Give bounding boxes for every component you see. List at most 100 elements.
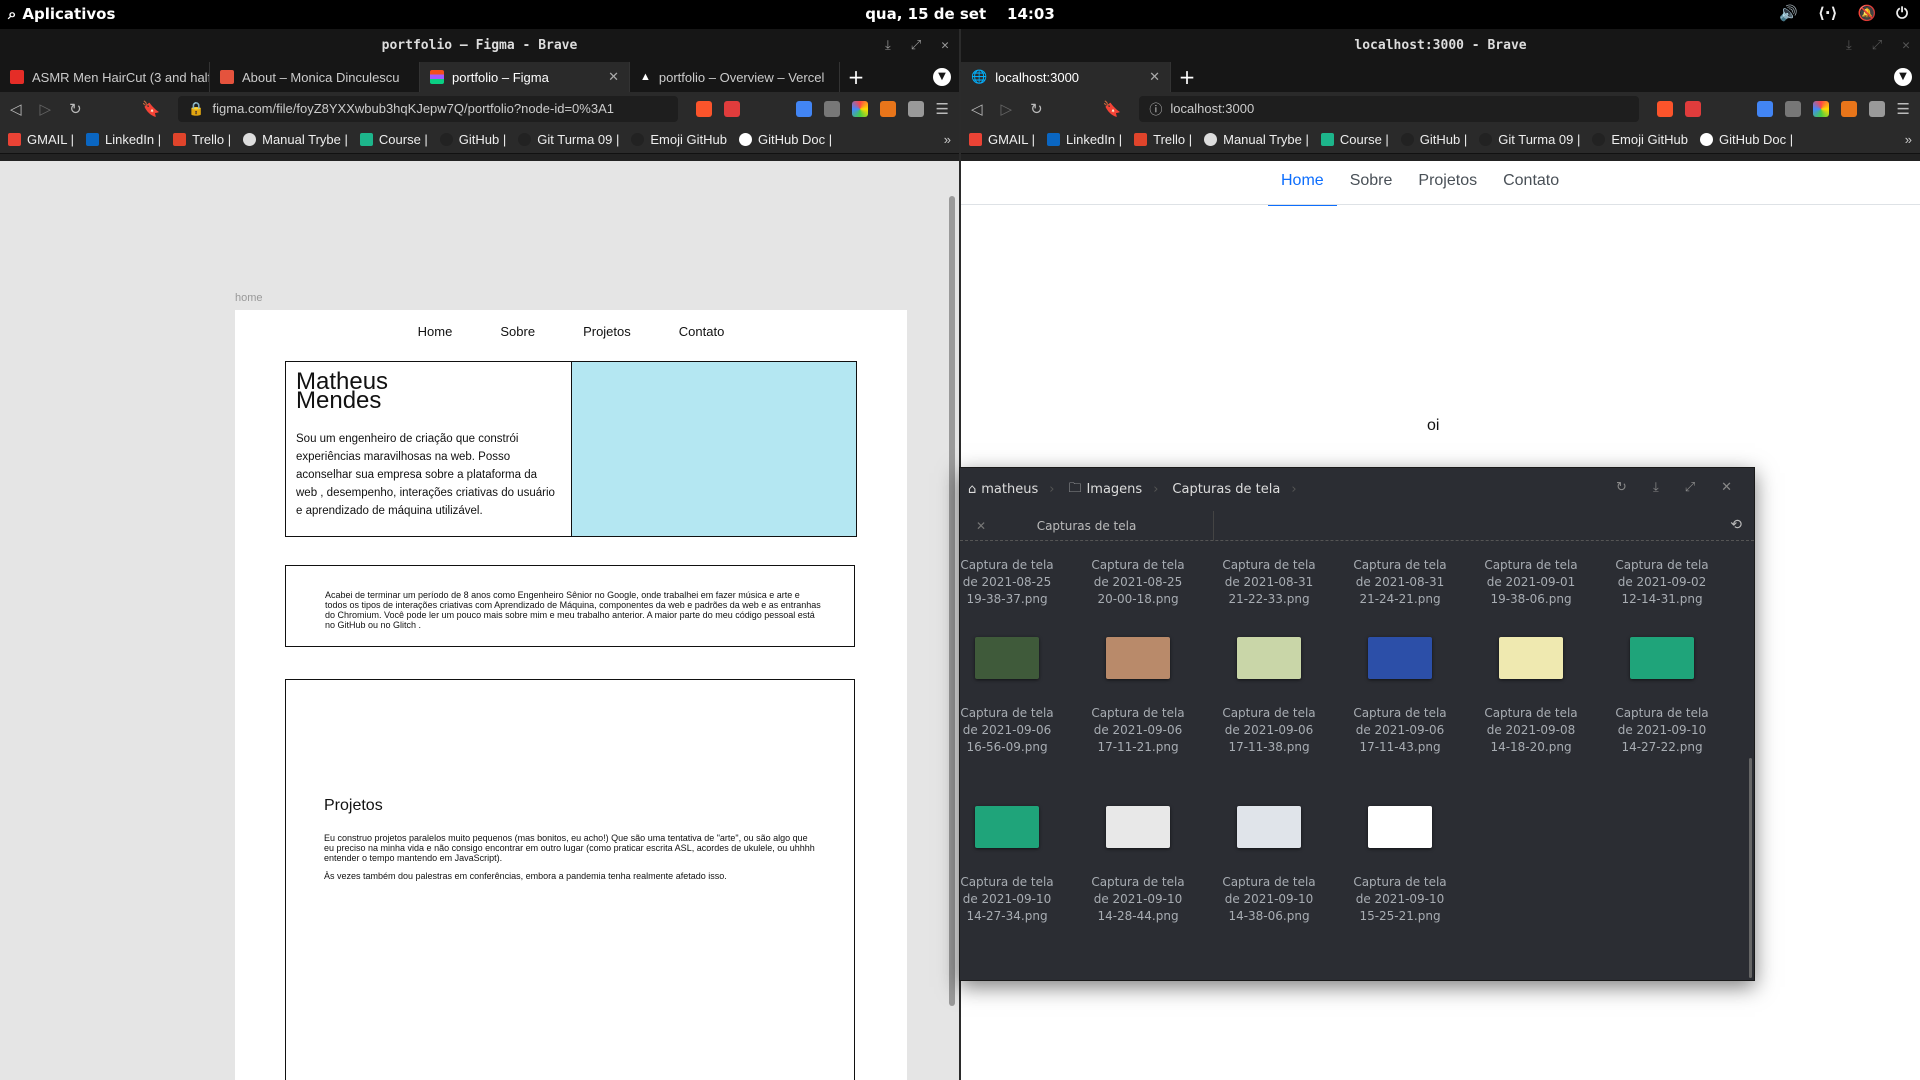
- back-icon[interactable]: ◁: [10, 100, 22, 118]
- more-bookmarks-icon[interactable]: »: [1905, 132, 1912, 147]
- clock-time[interactable]: 14:03: [1007, 5, 1055, 23]
- brave-rewards-icon[interactable]: [723, 100, 740, 117]
- frame-label[interactable]: home: [235, 292, 263, 304]
- extension-m-icon[interactable]: [1784, 100, 1801, 117]
- breadcrumb-imagens[interactable]: 🗀 Imagens ›: [1068, 479, 1158, 501]
- tab-figma-portfolio[interactable]: portfolio – Figma ✕: [420, 62, 630, 92]
- maximize-icon[interactable]: ⤢: [1685, 480, 1695, 495]
- file-item[interactable]: Captura de tela de 2021-09-06 17-11-21.png: [1083, 637, 1193, 756]
- bookmark-icon[interactable]: 🔖: [142, 100, 161, 118]
- bookmark-linkedin[interactable]: LinkedIn |: [1046, 132, 1122, 147]
- site-nav-home[interactable]: Home: [1268, 169, 1337, 206]
- bookmark-github-doc[interactable]: GitHub Doc |: [1699, 132, 1793, 147]
- file-item[interactable]: Captura de tela de 2021-09-10 14-38-06.png: [1214, 806, 1324, 925]
- extension-m-icon[interactable]: [823, 100, 840, 117]
- site-nav-sobre[interactable]: Sobre: [1337, 169, 1406, 206]
- bookmark-linkedin[interactable]: LinkedIn |: [85, 132, 161, 147]
- bookmark-gmail[interactable]: GMAIL |: [8, 132, 74, 147]
- extension-off-icon[interactable]: [879, 100, 896, 117]
- close-icon[interactable]: ✕: [941, 29, 949, 62]
- bookmark-course[interactable]: Course |: [359, 132, 428, 147]
- back-icon[interactable]: ◁: [971, 100, 983, 118]
- file-item[interactable]: Captura de tela de 2021-09-10 15-25-21.png: [1345, 806, 1455, 925]
- close-tab-icon[interactable]: ✕: [608, 69, 619, 85]
- address-bar[interactable]: 🔒 figma.com/file/foyZ8YXXwbub3hqKJepw7Q/…: [178, 95, 678, 122]
- volume-icon[interactable]: 🔊: [1779, 4, 1798, 22]
- file-item[interactable]: Captura de tela de 2021-08-31 21-22-33.png: [1214, 557, 1324, 608]
- minimize-icon[interactable]: ⤓: [885, 29, 891, 62]
- translate-icon[interactable]: [795, 100, 812, 117]
- tab-about-monica[interactable]: About – Monica Dinculescu: [210, 62, 420, 92]
- tab-vercel-overview[interactable]: ▲ portfolio – Overview – Vercel: [630, 62, 840, 92]
- bookmark-trello[interactable]: Trello |: [173, 132, 231, 147]
- maximize-icon[interactable]: ⤢: [1872, 29, 1882, 62]
- tab-menu-icon[interactable]: ▼: [1894, 68, 1912, 86]
- tab-localhost[interactable]: 🌐 localhost:3000 ✕: [961, 62, 1171, 92]
- file-item[interactable]: Captura de tela de 2021-09-06 17-11-43.png: [1345, 637, 1455, 756]
- new-tab-button[interactable]: +: [1171, 62, 1203, 92]
- refresh-icon[interactable]: ↻: [1616, 480, 1627, 495]
- close-tab-icon[interactable]: ✕: [976, 519, 986, 533]
- file-item[interactable]: Captura de tela de 2021-08-25 20-00-18.png: [1083, 557, 1193, 608]
- color-picker-icon[interactable]: [1812, 100, 1829, 117]
- color-picker-icon[interactable]: [851, 100, 868, 117]
- bookmark-manual-trybe[interactable]: Manual Trybe |: [243, 132, 348, 147]
- figma-frame-home[interactable]: Home Sobre Projetos Contato Matheus Mend…: [235, 310, 907, 1080]
- minimize-icon[interactable]: ⤓: [1653, 480, 1659, 495]
- close-icon[interactable]: ✕: [1721, 480, 1732, 495]
- power-icon[interactable]: ⏻: [1896, 4, 1908, 22]
- minimize-icon[interactable]: ⤓: [1846, 29, 1852, 62]
- more-bookmarks-icon[interactable]: »: [944, 132, 951, 147]
- forward-icon[interactable]: ▷: [40, 100, 52, 118]
- site-nav-projetos[interactable]: Projetos: [1405, 169, 1490, 206]
- close-tab-icon[interactable]: ✕: [1149, 69, 1160, 85]
- bookmark-emoji-github[interactable]: Emoji GitHub: [631, 132, 727, 147]
- brave-shields-icon[interactable]: [1656, 100, 1673, 117]
- file-item[interactable]: Captura de tela de 2021-09-01 19-38-06.png: [1476, 557, 1586, 608]
- forward-icon[interactable]: ▷: [1001, 100, 1013, 118]
- browser-menu-icon[interactable]: ☰: [1897, 100, 1910, 118]
- clock-date[interactable]: qua, 15 de set: [865, 5, 986, 23]
- tab-capturas-de-tela[interactable]: ✕ Capturas de tela: [960, 510, 1214, 541]
- tab-menu-icon[interactable]: ▼: [933, 68, 951, 86]
- file-item[interactable]: Captura de tela de 2021-09-10 14-27-22.png: [1607, 637, 1717, 756]
- new-tab-button[interactable]: +: [840, 62, 872, 92]
- puzzle-icon[interactable]: [907, 100, 924, 117]
- bookmark-icon[interactable]: 🔖: [1103, 100, 1122, 118]
- address-bar[interactable]: ⓘ localhost:3000: [1139, 95, 1639, 122]
- file-item[interactable]: Captura de tela de 2021-08-25 19-38-37.png: [952, 557, 1062, 608]
- figma-canvas[interactable]: home Home Sobre Projetos Contato Matheus…: [0, 161, 959, 1080]
- bookmark-manual-trybe[interactable]: Manual Trybe |: [1204, 132, 1309, 147]
- bookmark-github[interactable]: GitHub |: [439, 132, 506, 147]
- brave-shields-icon[interactable]: [695, 100, 712, 117]
- applications-menu[interactable]: ⌕ Aplicativos: [8, 5, 115, 23]
- bookmark-course[interactable]: Course |: [1320, 132, 1389, 147]
- file-item[interactable]: Captura de tela de 2021-09-06 17-11-38.png: [1214, 637, 1324, 756]
- file-item[interactable]: Captura de tela de 2021-09-08 14-18-20.png: [1476, 637, 1586, 756]
- maximize-icon[interactable]: ⤢: [911, 29, 921, 62]
- bookmark-gmail[interactable]: GMAIL |: [969, 132, 1035, 147]
- brave-rewards-icon[interactable]: [1684, 100, 1701, 117]
- file-manager-scrollbar[interactable]: [1749, 758, 1752, 978]
- bookmark-trello[interactable]: Trello |: [1134, 132, 1192, 147]
- bookmark-github-doc[interactable]: GitHub Doc |: [738, 132, 832, 147]
- bookmark-git-turma[interactable]: Git Turma 09 |: [1479, 132, 1580, 147]
- bookmark-git-turma[interactable]: Git Turma 09 |: [518, 132, 619, 147]
- bookmark-emoji-github[interactable]: Emoji GitHub: [1592, 132, 1688, 147]
- history-icon[interactable]: ⟲: [1730, 517, 1742, 533]
- breadcrumb-home[interactable]: ⌂ matheus ›: [968, 482, 1054, 497]
- network-icon[interactable]: ⟨·⟩: [1818, 4, 1837, 22]
- notifications-off-icon[interactable]: 🔕: [1857, 4, 1876, 22]
- reload-icon[interactable]: ↻: [1030, 100, 1043, 118]
- browser-menu-icon[interactable]: ☰: [936, 100, 949, 118]
- close-icon[interactable]: ✕: [1902, 29, 1910, 62]
- translate-icon[interactable]: [1756, 100, 1773, 117]
- reload-icon[interactable]: ↻: [69, 100, 82, 118]
- file-item[interactable]: Captura de tela de 2021-09-06 16-56-09.png: [952, 637, 1062, 756]
- tab-asmr[interactable]: ASMR Men HairCut (3 and half: [0, 62, 210, 92]
- file-item[interactable]: Captura de tela de 2021-09-10 14-28-44.png: [1083, 806, 1193, 925]
- breadcrumb-capturas[interactable]: Capturas de tela ›: [1172, 482, 1296, 497]
- site-nav-contato[interactable]: Contato: [1490, 169, 1572, 206]
- bookmark-github[interactable]: GitHub |: [1400, 132, 1467, 147]
- puzzle-icon[interactable]: [1868, 100, 1885, 117]
